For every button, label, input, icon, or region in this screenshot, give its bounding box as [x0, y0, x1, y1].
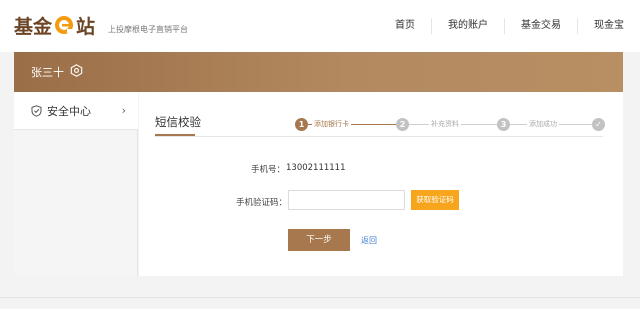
- verification-code-input[interactable]: [288, 190, 405, 210]
- step-3-circle: 3: [497, 118, 510, 131]
- next-step-button[interactable]: 下一步: [288, 229, 350, 251]
- sidebar-item-security-center[interactable]: 安全中心 ›: [14, 92, 138, 130]
- step-1-circle: 1: [295, 118, 308, 131]
- site-tagline: 上投摩根电子直销平台: [108, 25, 188, 34]
- nav-fund-trade[interactable]: 基金交易: [504, 18, 577, 34]
- step-1-label: 添加银行卡: [312, 119, 351, 129]
- shield-icon: [31, 104, 42, 117]
- back-link[interactable]: 返回: [361, 235, 377, 246]
- user-banner: 张三十: [14, 52, 623, 92]
- step-3-label: 添加成功: [527, 119, 559, 129]
- settings-hexagon-icon[interactable]: [70, 64, 83, 80]
- sidebar-item-label: 安全中心: [47, 104, 91, 118]
- footer-divider: [0, 297, 640, 298]
- main-panel: 短信校验 1 添加银行卡 2 补充资料 3 添加成功 ✓ 手机号： 130021…: [139, 92, 623, 276]
- top-header: 基金 站 上投摩根电子直销平台 首页 我的账户 基金交易 现金宝: [0, 0, 640, 52]
- user-info: 张三十: [31, 64, 83, 80]
- verification-code-label: 手机验证码：: [235, 198, 287, 208]
- logo-e-icon: [53, 14, 75, 36]
- nav-home[interactable]: 首页: [379, 18, 431, 34]
- site-logo[interactable]: 基金 站: [14, 12, 95, 38]
- step-progress: 1 添加银行卡 2 补充资料 3 添加成功 ✓: [295, 118, 605, 132]
- step-2-circle: 2: [396, 118, 409, 131]
- tab-divider: [155, 136, 603, 137]
- main-nav: 首页 我的账户 基金交易 现金宝: [379, 18, 640, 34]
- user-name: 张三十: [31, 66, 64, 79]
- get-code-button[interactable]: 获取验证码: [411, 190, 459, 210]
- chevron-right-icon: ›: [121, 104, 126, 117]
- sidebar: 安全中心 ›: [14, 92, 138, 276]
- nav-my-account[interactable]: 我的账户: [431, 18, 504, 34]
- nav-cash-treasure[interactable]: 现金宝: [577, 18, 640, 34]
- step-complete-check-icon: ✓: [592, 118, 605, 131]
- logo-text-part2: 站: [76, 15, 96, 38]
- phone-label: 手机号：: [250, 165, 285, 175]
- step-2-label: 补充资料: [429, 119, 461, 129]
- logo-text-part1: 基金: [14, 15, 53, 38]
- phone-value: 13002111111: [286, 163, 346, 173]
- tab-sms-verification[interactable]: 短信校验: [155, 114, 201, 130]
